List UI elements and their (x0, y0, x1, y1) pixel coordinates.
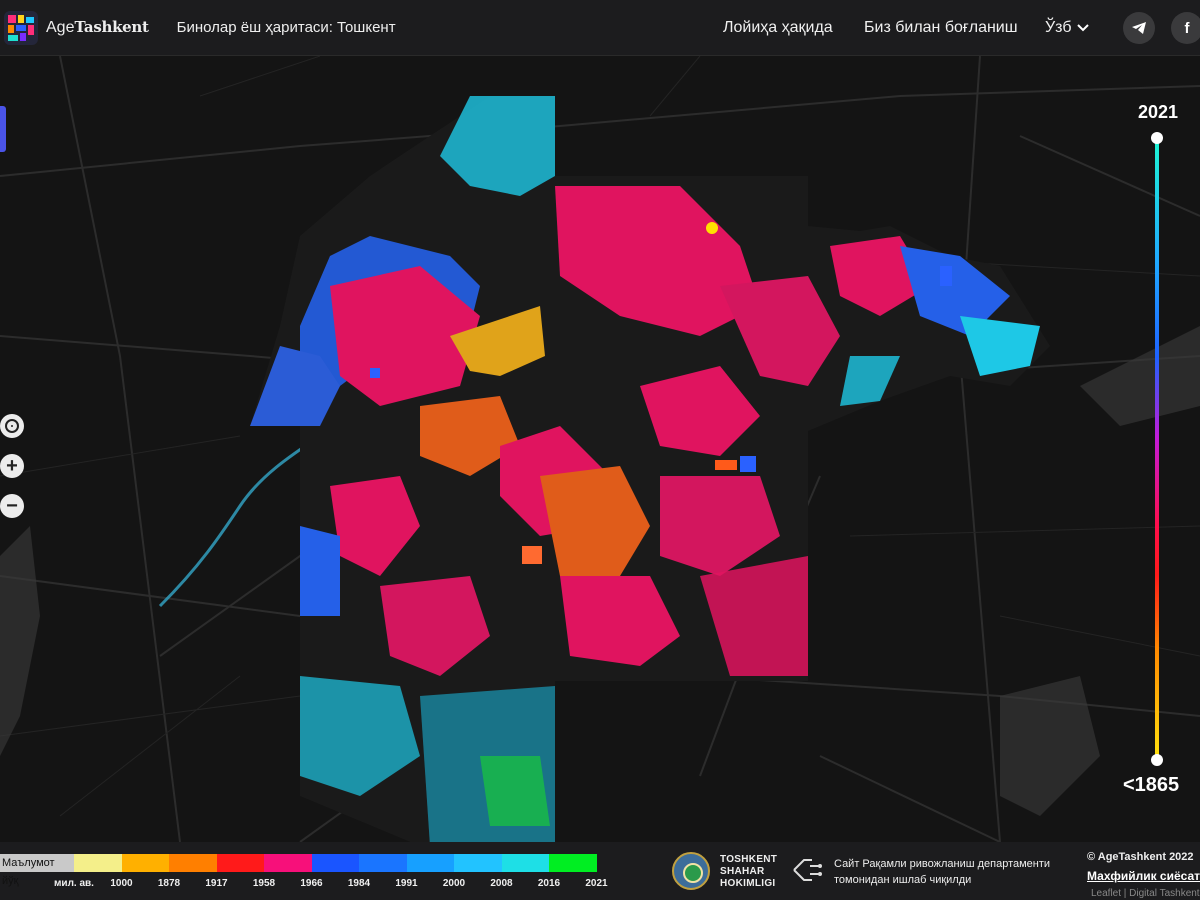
legend-label: 1917 (205, 878, 228, 889)
legend-color-bar (74, 854, 597, 872)
city-name: Тошкент (336, 19, 396, 36)
legend-swatch (74, 854, 122, 872)
language-label: Ўзб (1045, 19, 1072, 36)
locate-icon (5, 419, 19, 433)
map-canvas (0, 56, 1200, 842)
year-max-handle[interactable] (1151, 132, 1163, 144)
legend-end-label: 2021 (585, 878, 608, 889)
department-line-1: Сайт Рақамли ривожланиш департаменти (834, 858, 1051, 870)
page-title-text: Бинолар ёш ҳаритаси: (176, 19, 333, 36)
hokimlik-line-2: SHAHAR (720, 866, 765, 877)
zoom-out-button[interactable]: − (0, 494, 24, 518)
zoom-in-button[interactable]: + (0, 454, 24, 478)
logo-icon[interactable] (4, 10, 38, 45)
legend-swatch (169, 854, 217, 872)
legend-label: 2016 (537, 878, 561, 889)
legend-swatch (264, 854, 312, 872)
year-gradient-bar (1155, 138, 1159, 762)
hokimlik-line-3: HOKIMLIGI (720, 878, 776, 889)
legend-label: 2008 (490, 878, 513, 889)
age-map[interactable] (0, 56, 1200, 842)
legend-labels: мил. ав. 1000 1878 1917 1958 1966 1984 1991 2000… (0, 878, 620, 892)
facebook-icon[interactable]: f (1171, 12, 1200, 44)
page-title: Бинолар ёш ҳаритаси: Тошкент (173, 19, 396, 36)
legend-swatch (216, 854, 264, 872)
year-min-label: <1865 (1123, 774, 1180, 796)
privacy-policy-link[interactable]: Махфийлик сиёсати (1087, 869, 1200, 883)
legend-label: 1966 (300, 878, 323, 889)
logo-bold: Tashkent (74, 18, 149, 36)
hokimlik-emblem-icon[interactable] (672, 852, 710, 890)
city-buildings (250, 96, 1050, 842)
year-min-handle[interactable] (1151, 754, 1163, 766)
map-attribution[interactable]: Leaflet | Digital Tashkent (1091, 888, 1200, 899)
legend-no-data: Маълумот йўқ (0, 854, 74, 887)
hokimlik-name[interactable]: TOSHKENT SHAHAR HOKIMLIGI (720, 854, 777, 890)
legend-label: 1991 (395, 878, 418, 889)
department-credit: Сайт Рақамли ривожланиш департаменти том… (834, 856, 1050, 888)
legend-label: мил. ав. (54, 878, 94, 889)
legend-swatch (311, 854, 359, 872)
hokimlik-line-1: TOSHKENT (720, 854, 778, 865)
legend-swatch (121, 854, 169, 872)
locate-button[interactable] (0, 414, 24, 438)
copyright-text: © AgeTashkent 2022 (1087, 851, 1194, 863)
legend-label: 1958 (252, 878, 276, 889)
nav-about-link[interactable]: Лойиҳа ҳақида (723, 0, 833, 56)
legend-swatch (359, 854, 407, 872)
legend-swatch (406, 854, 454, 872)
logo-prefix: Age (46, 19, 75, 36)
year-range-slider[interactable]: 2021 <1865 (1123, 102, 1200, 808)
legend-swatch (454, 854, 502, 872)
digital-department-icon[interactable] (790, 856, 824, 886)
department-line-2: томонидан ишлаб чиқилди (834, 874, 972, 886)
chevron-down-icon (1077, 24, 1090, 32)
telegram-icon[interactable] (1123, 12, 1155, 44)
legend-swatch (549, 854, 597, 872)
logo-text[interactable]: AgeTashkent (46, 18, 149, 37)
sidebar-toggle[interactable] (0, 106, 6, 152)
legend-label: 1000 (110, 878, 133, 889)
legend-label: 1984 (347, 878, 371, 889)
top-header: AgeTashkent Бинолар ёш ҳаритаси: Тошкент (0, 0, 1200, 56)
language-selector[interactable]: Ўзб (1045, 0, 1090, 56)
year-max-label: 2021 (1138, 102, 1179, 122)
legend-swatch (501, 854, 549, 872)
nav-contact-link[interactable]: Биз билан боғланиш (864, 0, 1018, 56)
legend-label: 1878 (157, 878, 181, 889)
legend-label: 2000 (442, 878, 466, 889)
